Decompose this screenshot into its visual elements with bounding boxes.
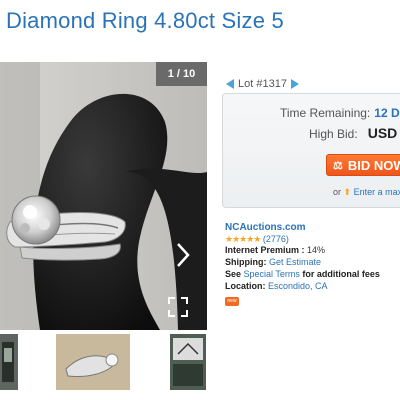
auction-item-page: Diamond Ring 4.80ct Size 5 1 / 10 Lot #1… xyxy=(0,0,400,400)
auction-info: NCAuctions.com ★★★★★ (2776) Internet Pre… xyxy=(225,222,380,307)
shipping-estimate-link[interactable]: Get Estimate xyxy=(269,257,321,267)
bid-now-label: BID NOW xyxy=(347,157,400,173)
page-title: Diamond Ring 4.80ct Size 5 xyxy=(6,8,284,33)
image-counter: 1 / 10 xyxy=(156,62,207,86)
time-remaining: Time Remaining:12 Days 2 xyxy=(280,106,400,120)
thumbnail[interactable] xyxy=(170,334,206,390)
shipping-label: Shipping: xyxy=(225,257,267,268)
lot-number: Lot #1317 xyxy=(238,78,287,90)
lot-navigation: Lot #1317 xyxy=(226,78,299,90)
max-bid-row: or ⬆ Enter a maxi xyxy=(333,187,400,198)
new-badge: new xyxy=(225,297,239,307)
previous-lot-icon[interactable] xyxy=(226,79,234,89)
auction-house-link[interactable]: NCAuctions.com xyxy=(225,222,306,233)
premium-label: Internet Premium : xyxy=(225,245,305,256)
rating-stars-icon: ★★★★★ xyxy=(225,233,261,244)
see-text: See xyxy=(225,268,242,279)
enter-max-bid-link[interactable]: Enter a maxi xyxy=(354,187,400,197)
high-bid: High Bid: USD 55 xyxy=(309,125,400,141)
time-remaining-value: 12 Days 2 xyxy=(374,106,400,120)
ring-photo xyxy=(0,62,207,330)
bid-now-button[interactable]: ⚖ BID NOW xyxy=(326,154,400,176)
high-bid-value: USD 55 xyxy=(367,125,400,141)
chevron-right-icon[interactable] xyxy=(176,242,198,272)
bid-panel: Time Remaining:12 Days 2 High Bid: USD 55… xyxy=(222,93,400,208)
special-terms-link[interactable]: Special Terms xyxy=(244,269,300,279)
rating-count[interactable]: (2776) xyxy=(263,234,289,244)
time-remaining-label: Time Remaining: xyxy=(280,106,371,120)
main-image-viewer[interactable]: 1 / 10 xyxy=(0,62,207,330)
arrow-up-icon: ⬆ xyxy=(343,187,352,197)
gavel-icon: ⚖ xyxy=(333,159,343,172)
location-label: Location: xyxy=(225,280,266,291)
next-lot-icon[interactable] xyxy=(290,79,299,89)
high-bid-label: High Bid: xyxy=(309,127,358,141)
thumbnail[interactable] xyxy=(0,334,18,390)
terms-rest-text: for additional fees xyxy=(302,268,380,279)
premium-value: 14% xyxy=(307,245,326,256)
or-text: or xyxy=(333,187,342,197)
location-value[interactable]: Escondido, CA xyxy=(268,281,328,291)
thumbnail[interactable] xyxy=(56,334,130,390)
expand-icon[interactable] xyxy=(168,297,190,319)
